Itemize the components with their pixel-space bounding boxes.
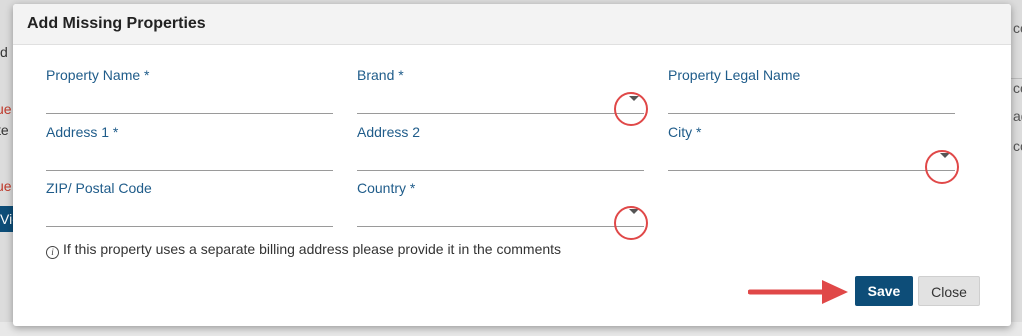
property-name-label: Property Name *	[46, 67, 150, 83]
address2-label: Address 2	[357, 124, 421, 140]
property-legal-name-label: Property Legal Name	[668, 67, 801, 83]
background-text: co	[1013, 138, 1022, 154]
red-arrow-icon	[748, 280, 848, 304]
city-input-line[interactable]	[668, 170, 955, 171]
background-text: ue	[0, 178, 12, 194]
brand-label: Brand *	[357, 67, 404, 83]
billing-note-text: If this property uses a separate billing…	[63, 241, 562, 257]
zip-input[interactable]	[46, 226, 333, 227]
dialog-title: Add Missing Properties	[27, 15, 206, 32]
country-input-line[interactable]	[357, 226, 644, 227]
background-text: te	[0, 122, 9, 138]
background-text: d	[0, 44, 8, 60]
address1-label: Address 1 *	[46, 124, 119, 140]
background-text: co	[1013, 80, 1022, 96]
annotation-circle	[614, 206, 648, 240]
background-text: ad	[1013, 108, 1022, 124]
background-text: ue	[0, 101, 12, 117]
property-name-input[interactable]	[46, 113, 333, 114]
annotation-circle	[614, 92, 648, 126]
address2-input[interactable]	[357, 170, 644, 171]
property-legal-name-input[interactable]	[668, 113, 955, 114]
info-icon: i	[46, 246, 59, 259]
background-view-button: Vie	[0, 206, 14, 232]
annotation-circle	[925, 150, 959, 184]
city-label: City *	[668, 124, 702, 140]
brand-input-line[interactable]	[357, 113, 644, 114]
close-button[interactable]: Close	[918, 276, 980, 306]
billing-note: i If this property uses a separate billin…	[46, 241, 561, 259]
zip-label: ZIP/ Postal Code	[46, 180, 152, 196]
address1-input[interactable]	[46, 170, 333, 171]
save-button[interactable]: Save	[855, 276, 913, 306]
background-text: co	[1013, 20, 1022, 36]
country-label: Country *	[357, 180, 416, 196]
dialog-header: Add Missing Properties	[13, 4, 1011, 45]
add-missing-properties-dialog: Add Missing Properties Property Name * B…	[13, 4, 1011, 326]
